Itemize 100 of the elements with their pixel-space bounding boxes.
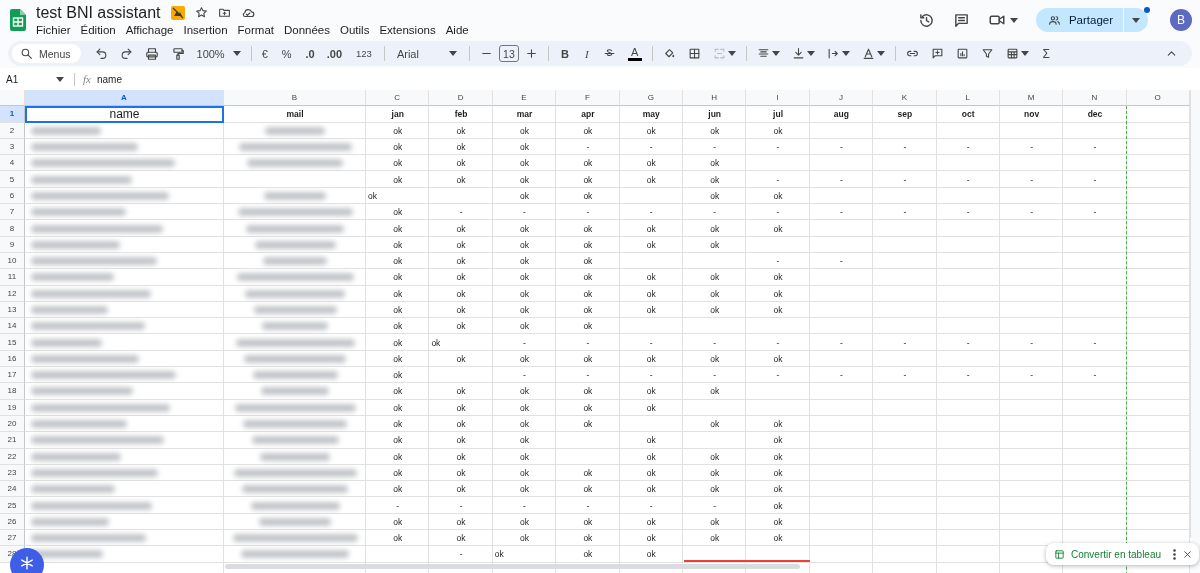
table-view-icon[interactable]	[1005, 47, 1019, 60]
horizontal-scrollbar[interactable]	[225, 564, 800, 569]
paint-format-icon[interactable]	[170, 46, 185, 61]
column-header[interactable]: E	[492, 90, 557, 107]
row-number[interactable]: 7	[0, 204, 25, 221]
caret-icon[interactable]	[1020, 51, 1029, 56]
borders-icon[interactable]	[687, 47, 701, 60]
filter-icon[interactable]	[980, 47, 994, 60]
vertical-align-icon[interactable]	[791, 47, 805, 60]
column-header[interactable]: C	[366, 90, 430, 107]
menu-item[interactable]: Affichage	[120, 22, 179, 37]
menu-item[interactable]: Données	[278, 22, 335, 37]
zoom-select[interactable]: 100%	[196, 47, 241, 60]
text-rotate-icon[interactable]	[861, 47, 875, 60]
row-number[interactable]: 27	[0, 530, 25, 547]
menu-item[interactable]: Aide	[440, 22, 474, 37]
row-number[interactable]: 21	[0, 432, 25, 449]
row-number[interactable]: 11	[0, 269, 25, 286]
avatar[interactable]: B	[1170, 9, 1192, 31]
redo-icon[interactable]	[119, 47, 133, 60]
snowflake-icon[interactable]	[20, 556, 34, 570]
column-header[interactable]: F	[556, 90, 620, 107]
table-cell: ok	[710, 158, 720, 169]
notification-dot	[1144, 7, 1150, 13]
column-header[interactable]: L	[936, 90, 1000, 107]
formula-field[interactable]: name	[96, 73, 122, 85]
functions-button[interactable]: Σ	[1042, 46, 1050, 61]
decrease-decimals-button[interactable]: .0	[305, 47, 315, 60]
percent-format-button[interactable]: %	[281, 47, 292, 60]
row-number[interactable]: 18	[0, 383, 25, 400]
caret-icon[interactable]	[727, 51, 736, 56]
caret-icon[interactable]	[448, 51, 457, 56]
plus-icon[interactable]	[524, 47, 538, 60]
column-header[interactable]: I	[746, 90, 810, 107]
badge-icon[interactable]	[170, 5, 185, 20]
align-icon[interactable]	[756, 47, 770, 60]
row-number[interactable]: 15	[0, 334, 25, 351]
increase-decimals-button[interactable]: .00	[326, 47, 343, 60]
row-number[interactable]: 24	[0, 481, 25, 498]
caret-icon[interactable]	[1132, 17, 1140, 23]
header-cell-text: jun	[707, 108, 722, 122]
row-number[interactable]: 8	[0, 220, 25, 237]
bold-button[interactable]: B	[560, 47, 569, 60]
document-title[interactable]: test BNI assistant	[36, 3, 161, 22]
more-options-icon[interactable]	[1173, 548, 1177, 560]
folder-icon[interactable]	[217, 6, 231, 19]
row-number[interactable]: 5	[0, 171, 25, 188]
column-header[interactable]: H	[682, 90, 747, 107]
history-icon[interactable]	[917, 11, 935, 29]
column-header[interactable]: M	[999, 90, 1064, 107]
star-icon[interactable]	[194, 6, 208, 19]
fill-color-icon[interactable]	[662, 47, 676, 60]
caret-icon[interactable]	[1009, 17, 1018, 23]
caret-icon[interactable]	[806, 51, 815, 56]
comment-icon[interactable]	[952, 11, 970, 29]
cell-reference-field[interactable]: A1	[6, 73, 19, 85]
column-header[interactable]: J	[809, 90, 874, 107]
caret-icon[interactable]	[232, 51, 241, 56]
menu-item[interactable]: Outils	[335, 22, 375, 37]
row-number[interactable]: 4	[0, 155, 25, 172]
column-header[interactable]: A	[25, 90, 224, 107]
number-format-button[interactable]: 123	[356, 48, 372, 59]
column-header[interactable]: D	[429, 90, 493, 107]
people-icon[interactable]	[1047, 13, 1061, 27]
print-icon[interactable]	[144, 46, 159, 61]
share-button[interactable]: Partager	[1035, 8, 1148, 32]
column-header[interactable]: B	[224, 90, 366, 107]
menu-item[interactable]: Format	[232, 22, 279, 37]
column-header[interactable]: K	[873, 90, 937, 107]
convert-to-table-link[interactable]: Convertir en tableau	[1071, 548, 1162, 560]
caret-icon[interactable]	[876, 51, 885, 56]
header-cell-text: apr	[580, 108, 596, 122]
currency-format-button[interactable]: €	[261, 47, 268, 60]
menu-item[interactable]: Fichier	[36, 22, 76, 37]
menu-item[interactable]: Extensions	[374, 22, 441, 37]
row-number[interactable]: 17	[0, 367, 25, 384]
font-select[interactable]: Arial	[396, 47, 457, 60]
menu-item[interactable]: Édition	[75, 22, 121, 37]
table-icon	[1054, 548, 1065, 560]
close-icon[interactable]	[1182, 548, 1194, 560]
column-header[interactable]: O	[1126, 90, 1190, 107]
font-size-field[interactable]: 13	[498, 45, 519, 62]
row-number[interactable]: 1	[0, 106, 25, 123]
italic-button[interactable]: I	[584, 47, 589, 60]
caret-icon[interactable]	[841, 51, 850, 56]
menu-search-field[interactable]: Menus	[12, 44, 81, 63]
undo-icon[interactable]	[94, 47, 108, 60]
row-number[interactable]: 25	[0, 497, 25, 514]
insert-comment-icon[interactable]	[930, 47, 944, 60]
text-wrap-icon[interactable]	[826, 47, 840, 60]
chart-icon[interactable]	[955, 47, 969, 60]
column-header[interactable]: G	[619, 90, 683, 107]
column-header[interactable]: N	[1063, 90, 1127, 107]
menu-item[interactable]: Insertion	[178, 22, 233, 37]
text-color-button[interactable]: A	[627, 46, 642, 61]
caret-icon[interactable]	[771, 51, 780, 56]
sheets-logo[interactable]	[10, 9, 26, 31]
table-cell: ok	[393, 142, 403, 153]
caret-icon[interactable]	[56, 76, 64, 82]
row-number[interactable]: 14	[0, 318, 25, 335]
